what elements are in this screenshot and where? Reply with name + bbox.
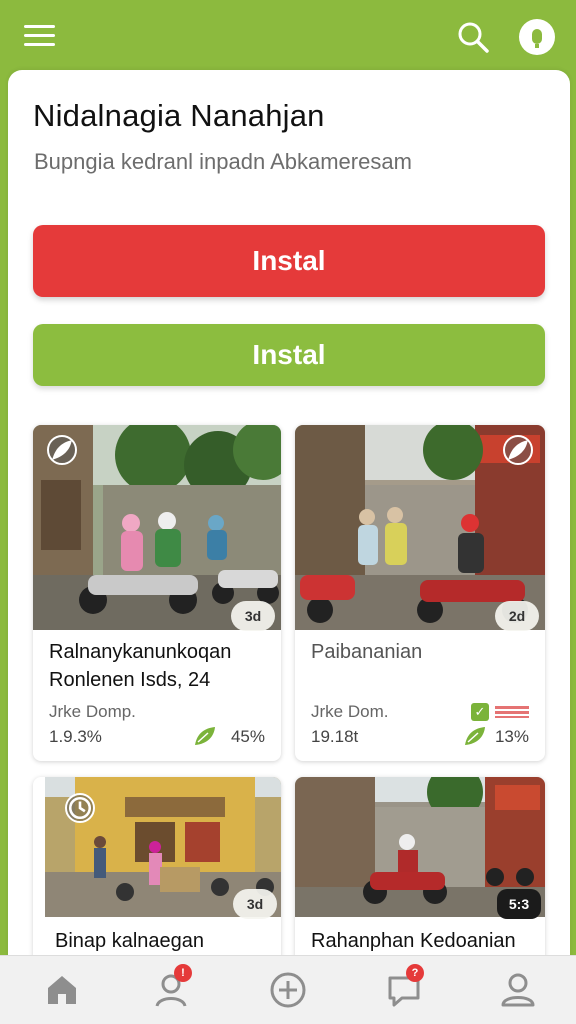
- duration-badge: 2d: [495, 601, 539, 631]
- top-app-bar: [0, 0, 576, 80]
- install-button-primary[interactable]: Instal: [33, 225, 545, 297]
- page-title: Nidalnagia Nanahjan: [33, 98, 325, 133]
- content-card[interactable]: 5:3 Rahanphan Kedoanian: [295, 777, 545, 977]
- notification-badge: !: [174, 964, 192, 982]
- card-title-line2: Ronlenen Isds, 24: [49, 669, 211, 691]
- card-meta: Jrke Dom.: [311, 702, 389, 721]
- card-photo: 2d: [295, 425, 545, 631]
- card-title: Rahanphan Kedoanian: [311, 930, 516, 952]
- home-icon[interactable]: [42, 970, 82, 1010]
- hamburger-menu-icon[interactable]: [24, 24, 56, 48]
- leaf-icon[interactable]: [47, 435, 77, 465]
- check-icon: ✓: [471, 703, 489, 721]
- duration-badge: 5:3: [497, 889, 541, 919]
- rating-bars-icon: [495, 706, 529, 718]
- content-card[interactable]: 2d Paibananian Jrke Dom. ✓ 19.18t 13%: [295, 425, 545, 761]
- page-subtitle: Bupngia kedranl inpadn Abkameresam: [34, 149, 412, 174]
- notification-badge: ?: [406, 964, 424, 982]
- content-card[interactable]: 3d Binap kalnaegan: [33, 777, 281, 977]
- search-icon[interactable]: [456, 20, 490, 54]
- card-photo: 5:3: [295, 777, 545, 919]
- add-icon[interactable]: [268, 970, 308, 1010]
- card-count: 19.18t: [311, 727, 359, 746]
- profile-icon[interactable]: [498, 970, 538, 1010]
- bottom-navigation: ! ?: [0, 955, 576, 1024]
- chat-icon[interactable]: ?: [384, 964, 424, 1010]
- card-photo: 3d: [33, 425, 281, 631]
- leaf-icon[interactable]: [503, 435, 533, 465]
- duration-badge: 3d: [233, 889, 277, 919]
- main-sheet: Nidalnagia Nanahjan Bupngia kedranl inpa…: [8, 70, 570, 977]
- card-percent: 13%: [494, 727, 529, 746]
- leaf-icon: [195, 727, 215, 745]
- user-icon[interactable]: !: [152, 964, 192, 1010]
- content-card[interactable]: 3d Ralnanykanunkoqan Ronlenen Isds, 24 J…: [33, 425, 281, 761]
- info-icon[interactable]: [518, 18, 556, 56]
- clock-icon[interactable]: [65, 793, 95, 823]
- leaf-icon: [465, 727, 485, 745]
- card-title: Binap kalnaegan: [55, 930, 205, 952]
- card-title: Ralnanykanunkoqan: [49, 641, 232, 663]
- card-photo: 3d: [45, 777, 281, 919]
- card-title: Paibananian: [311, 641, 423, 663]
- duration-badge: 3d: [231, 601, 275, 631]
- card-percent: 45%: [230, 727, 265, 746]
- card-count: 1.9.3%: [49, 727, 102, 746]
- install-button-secondary[interactable]: Instal: [33, 324, 545, 386]
- card-meta: Jrke Domp.: [49, 702, 136, 721]
